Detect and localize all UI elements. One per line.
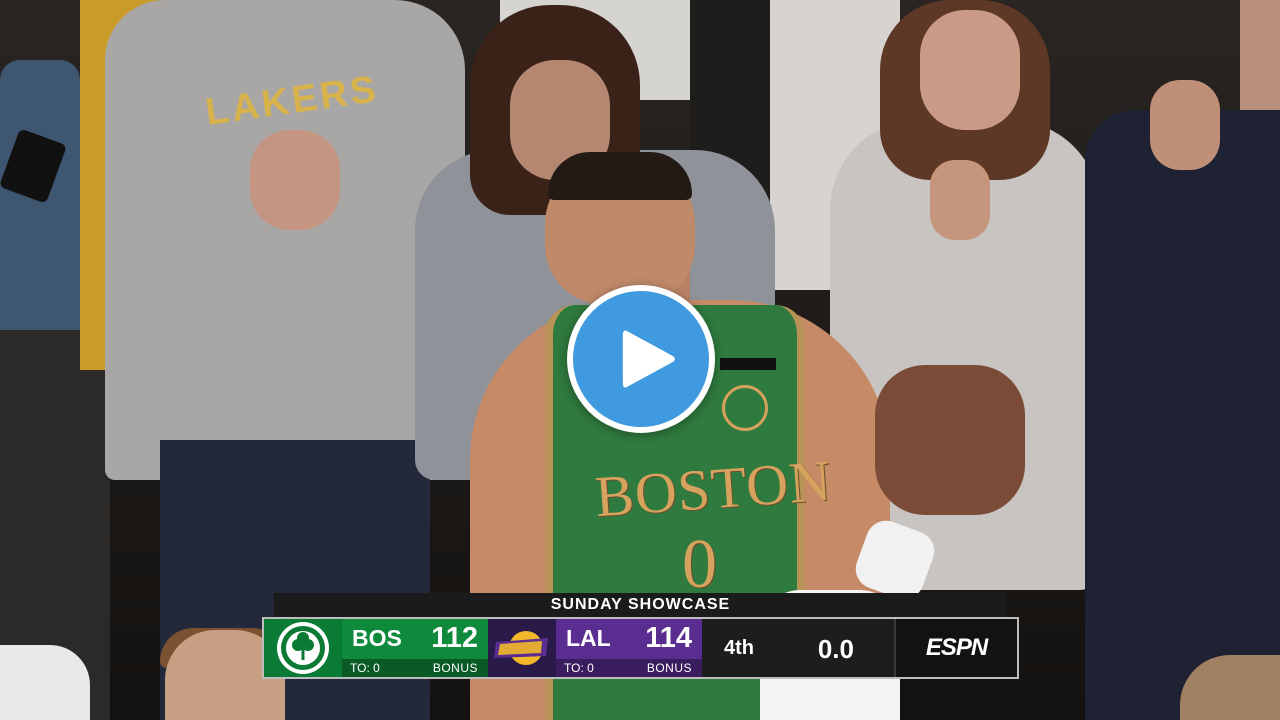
clapping-hands — [1150, 80, 1220, 170]
away-team-score: 112 — [431, 622, 478, 654]
crowd-fan-face — [1240, 0, 1280, 110]
crowd-fan — [1085, 110, 1280, 720]
home-team-score: 114 — [645, 622, 692, 654]
shirt-text: LAKERS — [202, 68, 382, 134]
home-bonus: BONUS — [646, 661, 692, 675]
raised-hand — [875, 365, 1025, 515]
crowd-fan-face — [920, 10, 1020, 130]
ge-patch-icon — [722, 385, 768, 431]
clapping-hands — [930, 160, 990, 240]
espn-logo: ESPN — [925, 634, 988, 661]
play-icon — [622, 330, 675, 388]
away-bonus: BONUS — [432, 661, 478, 675]
crowd-fan — [0, 645, 90, 720]
player-hair — [548, 152, 692, 200]
period-indicator: 4th — [724, 637, 754, 659]
away-team-status: TO: 0 BONUS — [342, 659, 488, 677]
home-timeouts: TO: 0 — [564, 661, 594, 675]
crowd-fan-lakers-shirt: LAKERS — [105, 0, 465, 480]
broadcast-title: SUNDAY SHOWCASE — [274, 593, 1007, 617]
away-team-panel: BOS 112 TO: 0 BONUS — [342, 619, 488, 677]
clapping-hands — [250, 130, 340, 230]
home-team-abbr: LAL — [566, 625, 611, 651]
lakers-logo-icon — [494, 631, 548, 665]
celtics-logo-icon — [277, 622, 329, 674]
scoreboard: SUNDAY SHOWCASE BOS 112 TO: 0 BONUS LAL … — [262, 593, 1019, 685]
network-panel: ESPN — [894, 619, 1017, 677]
home-team-status: TO: 0 BONUS — [556, 659, 702, 677]
play-button[interactable] — [567, 285, 715, 433]
away-timeouts: TO: 0 — [350, 661, 380, 675]
home-logo-cell — [488, 619, 556, 677]
home-team-panel: LAL 114 TO: 0 BONUS — [556, 619, 702, 677]
score-row: BOS 112 TO: 0 BONUS LAL 114 TO: 0 BONUS … — [262, 617, 1019, 679]
game-clock: 0.0 — [817, 634, 854, 664]
crowd-fan — [0, 60, 80, 360]
away-team-abbr: BOS — [352, 625, 402, 651]
away-logo-cell — [264, 619, 342, 677]
jersey-armband — [720, 358, 776, 370]
clock-panel: 4th 0.0 — [702, 619, 894, 677]
